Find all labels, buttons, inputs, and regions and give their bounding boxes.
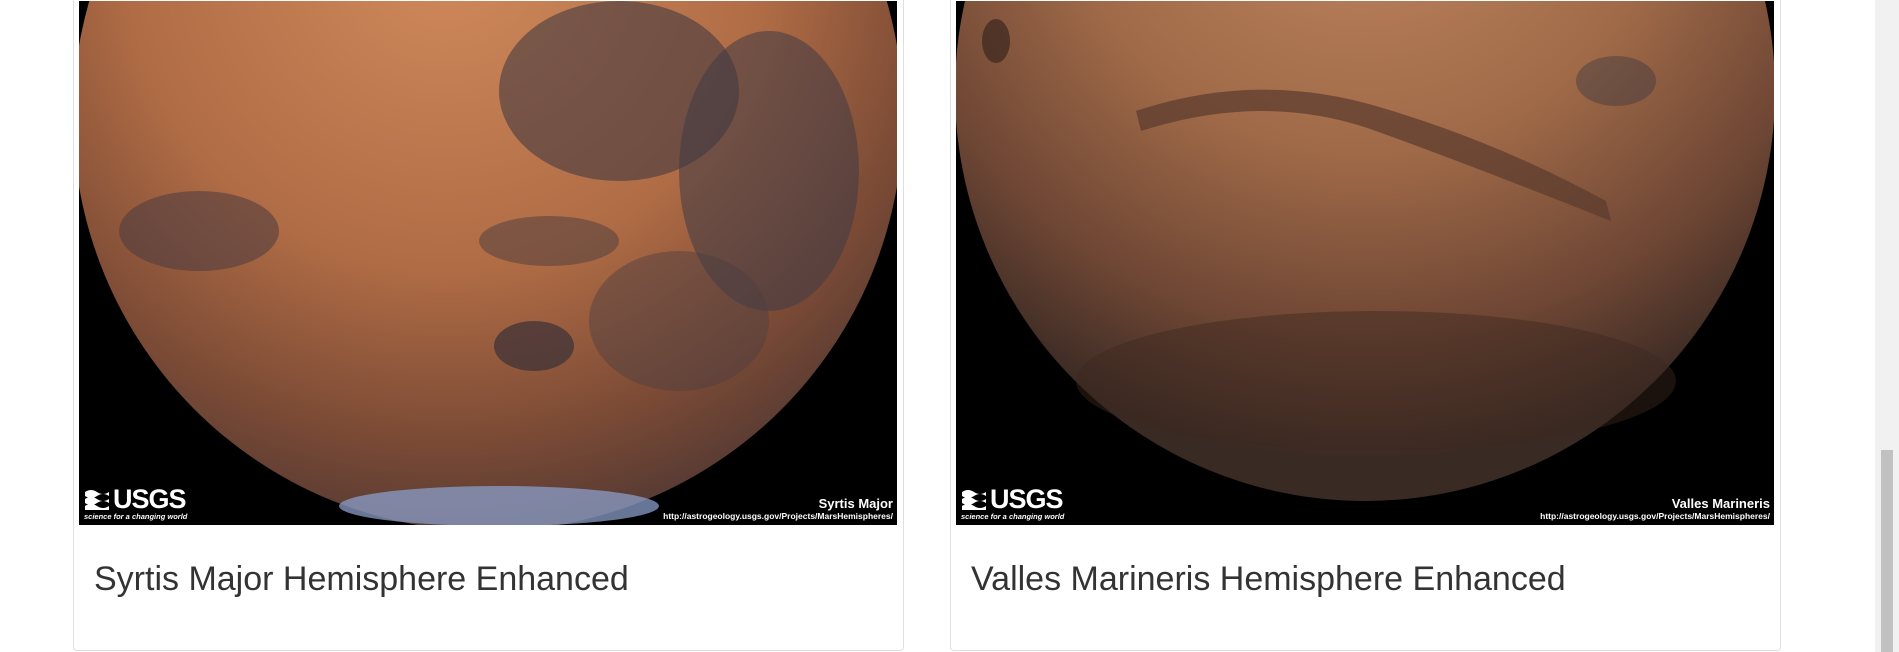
usgs-logo: USGS science for a changing world <box>84 484 188 522</box>
mars-hemisphere-image <box>956 1 1774 525</box>
mars-hemisphere-image <box>79 1 897 525</box>
image-caption: Valles Marineris http://astrogeology.usg… <box>1540 496 1770 522</box>
image-caption-url: http://astrogeology.usgs.gov/Projects/Ma… <box>1540 511 1770 521</box>
vertical-scrollbar[interactable] <box>1875 0 1899 652</box>
usgs-tagline: science for a changing world <box>961 512 1065 521</box>
image-caption-name: Valles Marineris <box>1671 496 1770 511</box>
hemisphere-card-valles-marineris: USGS science for a changing world Valles… <box>950 0 1781 651</box>
hemisphere-image-syrtis-major[interactable]: USGS science for a changing world Syrtis… <box>79 1 897 525</box>
usgs-waves-icon <box>85 490 109 510</box>
usgs-logo: USGS science for a changing world <box>961 484 1065 522</box>
image-caption-name: Syrtis Major <box>818 496 893 511</box>
usgs-wordmark: USGS <box>990 484 1064 514</box>
hemisphere-title: Valles Marineris Hemisphere Enhanced <box>971 560 1566 598</box>
hemisphere-card-syrtis-major: USGS science for a changing world Syrtis… <box>73 0 904 651</box>
usgs-wordmark: USGS <box>113 484 187 514</box>
usgs-tagline: science for a changing world <box>84 512 188 521</box>
image-caption: Syrtis Major http://astrogeology.usgs.go… <box>663 496 893 522</box>
hemisphere-title: Syrtis Major Hemisphere Enhanced <box>94 560 629 598</box>
hemisphere-image-valles-marineris[interactable]: USGS science for a changing world Valles… <box>956 1 1774 525</box>
image-caption-url: http://astrogeology.usgs.gov/Projects/Ma… <box>663 511 893 521</box>
scrollbar-thumb[interactable] <box>1881 450 1893 652</box>
usgs-waves-icon <box>962 490 986 510</box>
